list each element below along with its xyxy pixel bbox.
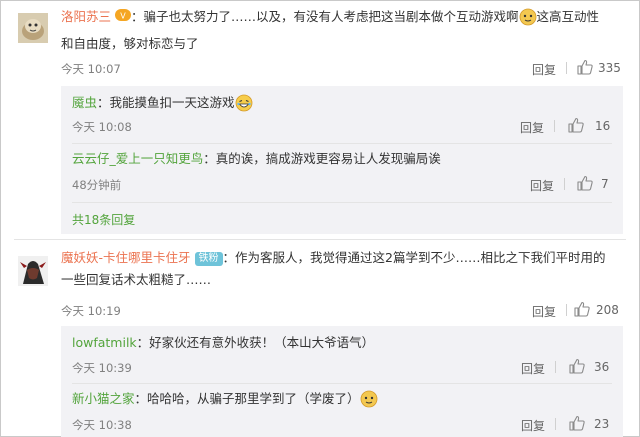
reply-button[interactable]: 回复 bbox=[532, 303, 556, 320]
reply-text: ：好家伙还有意外收获！（本山大爷语气） bbox=[136, 335, 375, 350]
divider bbox=[566, 304, 567, 316]
reply-username[interactable]: lowfatmilk bbox=[72, 335, 137, 350]
laugh-emoji-icon bbox=[235, 94, 253, 119]
reply-text: ：哈哈哈，从骗子那里学到了（学废了） bbox=[134, 391, 360, 406]
divider bbox=[555, 361, 556, 373]
reply-button[interactable]: 回复 bbox=[532, 61, 556, 78]
comment-username[interactable]: 洛阳苏三 bbox=[61, 9, 111, 24]
more-replies-link[interactable]: 共18条回复 bbox=[72, 211, 135, 228]
divider bbox=[72, 383, 612, 384]
comment-body: 洛阳苏三 V ：骗子也太努力了……以及，有没有人考虑把这当剧本做个互动游戏啊 这… bbox=[61, 6, 599, 55]
like-icon[interactable] bbox=[577, 59, 593, 75]
divider bbox=[554, 120, 555, 132]
reply-username[interactable]: 云云仔_爱上一只知更鸟 bbox=[72, 151, 203, 166]
like-count: 23 bbox=[594, 417, 610, 431]
divider bbox=[72, 143, 612, 144]
like-count: 335 bbox=[598, 61, 621, 75]
reply-button[interactable]: 回复 bbox=[520, 119, 544, 136]
reply-body: 新小猫之家：哈哈哈，从骗子那里学到了（学废了） bbox=[72, 388, 378, 415]
reply-username[interactable]: 新小猫之家 bbox=[72, 391, 135, 406]
reply-button[interactable]: 回复 bbox=[521, 417, 545, 434]
reply-username[interactable]: 魇虫 bbox=[72, 95, 97, 110]
comment-text-cont: 这高互动性 bbox=[536, 9, 600, 24]
like-count: 16 bbox=[595, 119, 611, 133]
reply-timestamp: 48分钟前 bbox=[72, 178, 122, 192]
like-icon[interactable] bbox=[569, 415, 585, 431]
divider bbox=[14, 239, 626, 240]
comment-timestamp: 今天 10:07 bbox=[61, 62, 121, 76]
like-count: 7 bbox=[601, 177, 609, 191]
reply-button[interactable]: 回复 bbox=[521, 360, 545, 377]
comment-text-line2: 一些回复话术太粗糙了…… bbox=[61, 272, 212, 287]
like-icon[interactable] bbox=[574, 301, 590, 317]
avatar[interactable] bbox=[18, 13, 48, 43]
reply-timestamp: 今天 10:08 bbox=[72, 120, 132, 134]
reply-button[interactable]: 回复 bbox=[530, 177, 554, 194]
reply-text: ：我能摸鱼扣一天这游戏 bbox=[97, 95, 235, 110]
doge-emoji-icon bbox=[519, 8, 537, 33]
reply-body: 云云仔_爱上一只知更鸟：真的诶，搞成游戏更容易让人发现骗局诶 bbox=[72, 148, 441, 170]
reply-timestamp: 今天 10:39 bbox=[72, 361, 132, 375]
divider bbox=[555, 418, 556, 430]
like-icon[interactable] bbox=[568, 117, 584, 133]
comment-timestamp: 今天 10:19 bbox=[61, 304, 121, 318]
divider bbox=[566, 62, 567, 74]
comment-username[interactable]: 魔妖妖-卡住哪里卡住牙 bbox=[61, 250, 191, 265]
comment-body: 魔妖妖-卡住哪里卡住牙 铁粉 ：作为客服人，我觉得通过这2篇学到不少……相比之下我… bbox=[61, 247, 605, 291]
divider bbox=[72, 202, 612, 203]
fan-badge: 铁粉 bbox=[194, 251, 223, 266]
like-count: 36 bbox=[594, 360, 610, 374]
like-icon[interactable] bbox=[569, 358, 585, 374]
like-icon[interactable] bbox=[577, 175, 593, 191]
avatar[interactable] bbox=[18, 256, 48, 286]
comment-text: ：骗子也太努力了……以及，有没有人考虑把这当剧本做个互动游戏啊 bbox=[131, 9, 519, 24]
comment-text-line2: 和自由度，够对标恋与了 bbox=[61, 36, 199, 51]
doge-emoji-icon bbox=[360, 390, 378, 415]
reply-body: 魇虫：我能摸鱼扣一天这游戏 bbox=[72, 92, 253, 119]
like-count: 208 bbox=[596, 303, 619, 317]
reply-timestamp: 今天 10:38 bbox=[72, 418, 132, 432]
reply-body: lowfatmilk：好家伙还有意外收获！（本山大爷语气） bbox=[72, 332, 374, 354]
vip-badge-icon: V bbox=[115, 7, 131, 29]
svg-text:V: V bbox=[120, 11, 126, 20]
comment-text: ：作为客服人，我觉得通过这2篇学到不少……相比之下我们平时用的 bbox=[222, 250, 606, 265]
divider bbox=[564, 178, 565, 190]
reply-text: ：真的诶，搞成游戏更容易让人发现骗局诶 bbox=[203, 151, 441, 166]
